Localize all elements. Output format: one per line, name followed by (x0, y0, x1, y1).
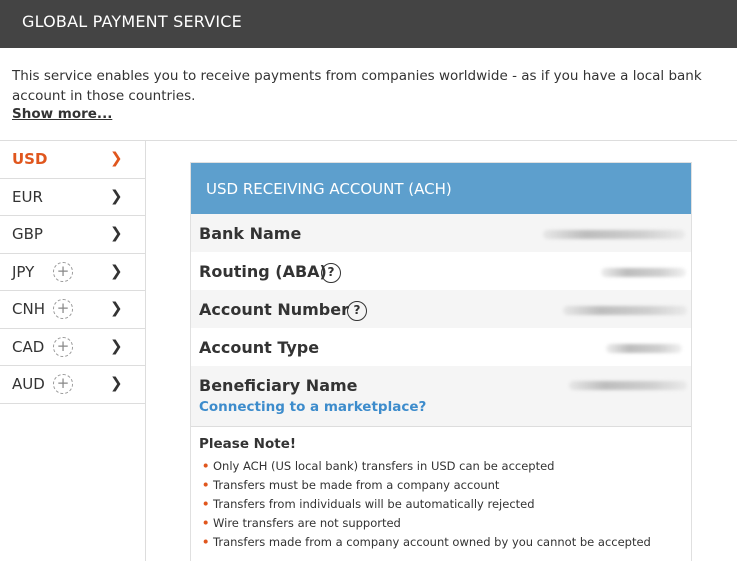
plus-circle-icon[interactable]: + (53, 299, 73, 319)
currency-item-cnh[interactable]: CNH + ❯ (0, 291, 145, 329)
bullet-icon: • (202, 497, 210, 511)
bullet-icon: • (202, 478, 210, 492)
question-circle-icon[interactable]: ? (321, 263, 341, 283)
list-item: • Transfers from individuals will be auto… (202, 497, 535, 511)
plus-circle-icon[interactable]: + (53, 374, 73, 394)
question-circle-icon[interactable]: ? (347, 301, 367, 321)
chevron-right-icon: ❯ (110, 374, 123, 392)
field-row-routing: Routing (ABA) ? (191, 252, 691, 290)
list-item: • Transfers must be made from a company a… (202, 478, 500, 492)
list-item: • Wire transfers are not supported (202, 516, 401, 530)
divider (145, 141, 146, 561)
field-label: Beneficiary Name (199, 376, 358, 395)
currency-item-usd[interactable]: USD ❯ (0, 141, 145, 179)
currency-code: AUD (12, 375, 45, 393)
redacted-value (569, 381, 687, 390)
currency-item-aud[interactable]: AUD + ❯ (0, 366, 145, 404)
field-label: Account Number (199, 300, 349, 319)
bullet-icon: • (202, 535, 210, 549)
bullet-icon: • (202, 516, 210, 530)
field-label: Account Type (199, 338, 320, 357)
chevron-right-icon: ❯ (110, 149, 123, 167)
chevron-right-icon: ❯ (110, 261, 123, 280)
field-label: Bank Name (199, 224, 302, 243)
redacted-value (543, 230, 685, 239)
list-item: • Only ACH (US local bank) transfers in U… (202, 459, 555, 473)
bullet-icon: • (202, 459, 210, 473)
panel-header: USD RECEIVING ACCOUNT (ACH) (191, 163, 691, 214)
field-row-account-type: Account Type (191, 328, 691, 366)
redacted-value (563, 306, 687, 315)
note-list: • Only ACH (US local bank) transfers in U… (201, 459, 651, 554)
redacted-value (606, 344, 682, 353)
chevron-right-icon: ❯ (110, 186, 123, 205)
currency-item-cad[interactable]: CAD + ❯ (0, 329, 145, 366)
field-label: Routing (ABA) (199, 262, 327, 281)
currency-code: CAD (12, 337, 45, 356)
currency-item-gbp[interactable]: GBP ❯ (0, 216, 145, 254)
currency-code: EUR (12, 187, 43, 206)
field-row-account-number: Account Number ? (191, 290, 691, 328)
chevron-right-icon: ❯ (110, 224, 123, 242)
currency-item-jpy[interactable]: JPY + ❯ (0, 254, 145, 291)
currency-code: JPY (12, 262, 35, 281)
top-bar: GLOBAL PAYMENT SERVICE (0, 0, 737, 48)
currency-item-eur[interactable]: EUR ❯ (0, 179, 145, 216)
currency-code: CNH (12, 300, 45, 318)
divider (191, 426, 691, 427)
currency-code: USD (12, 150, 48, 168)
intro-text: This service enables you to receive paym… (12, 68, 702, 104)
page-title: GLOBAL PAYMENT SERVICE (22, 12, 242, 31)
plus-circle-icon[interactable]: + (53, 261, 73, 282)
field-row-bank-name: Bank Name (191, 214, 691, 252)
field-row-beneficiary: Beneficiary Name Connecting to a marketp… (191, 366, 691, 426)
receiving-account-panel: USD RECEIVING ACCOUNT (ACH) Bank Name Ro… (190, 162, 692, 561)
chevron-right-icon: ❯ (110, 336, 123, 355)
show-more-link[interactable]: Show more... (12, 106, 112, 122)
redacted-value (601, 268, 686, 277)
currency-code: GBP (12, 225, 43, 243)
note-title: Please Note! (199, 436, 297, 452)
list-item: • Transfers made from a company account o… (202, 535, 651, 549)
currency-list: USD ❯ EUR ❯ GBP ❯ JPY + ❯ CNH + ❯ CAD + … (0, 141, 145, 404)
panel-title: USD RECEIVING ACCOUNT (ACH) (206, 180, 452, 198)
chevron-right-icon: ❯ (110, 299, 123, 317)
marketplace-link[interactable]: Connecting to a marketplace? (199, 399, 426, 415)
plus-circle-icon[interactable]: + (53, 336, 73, 357)
